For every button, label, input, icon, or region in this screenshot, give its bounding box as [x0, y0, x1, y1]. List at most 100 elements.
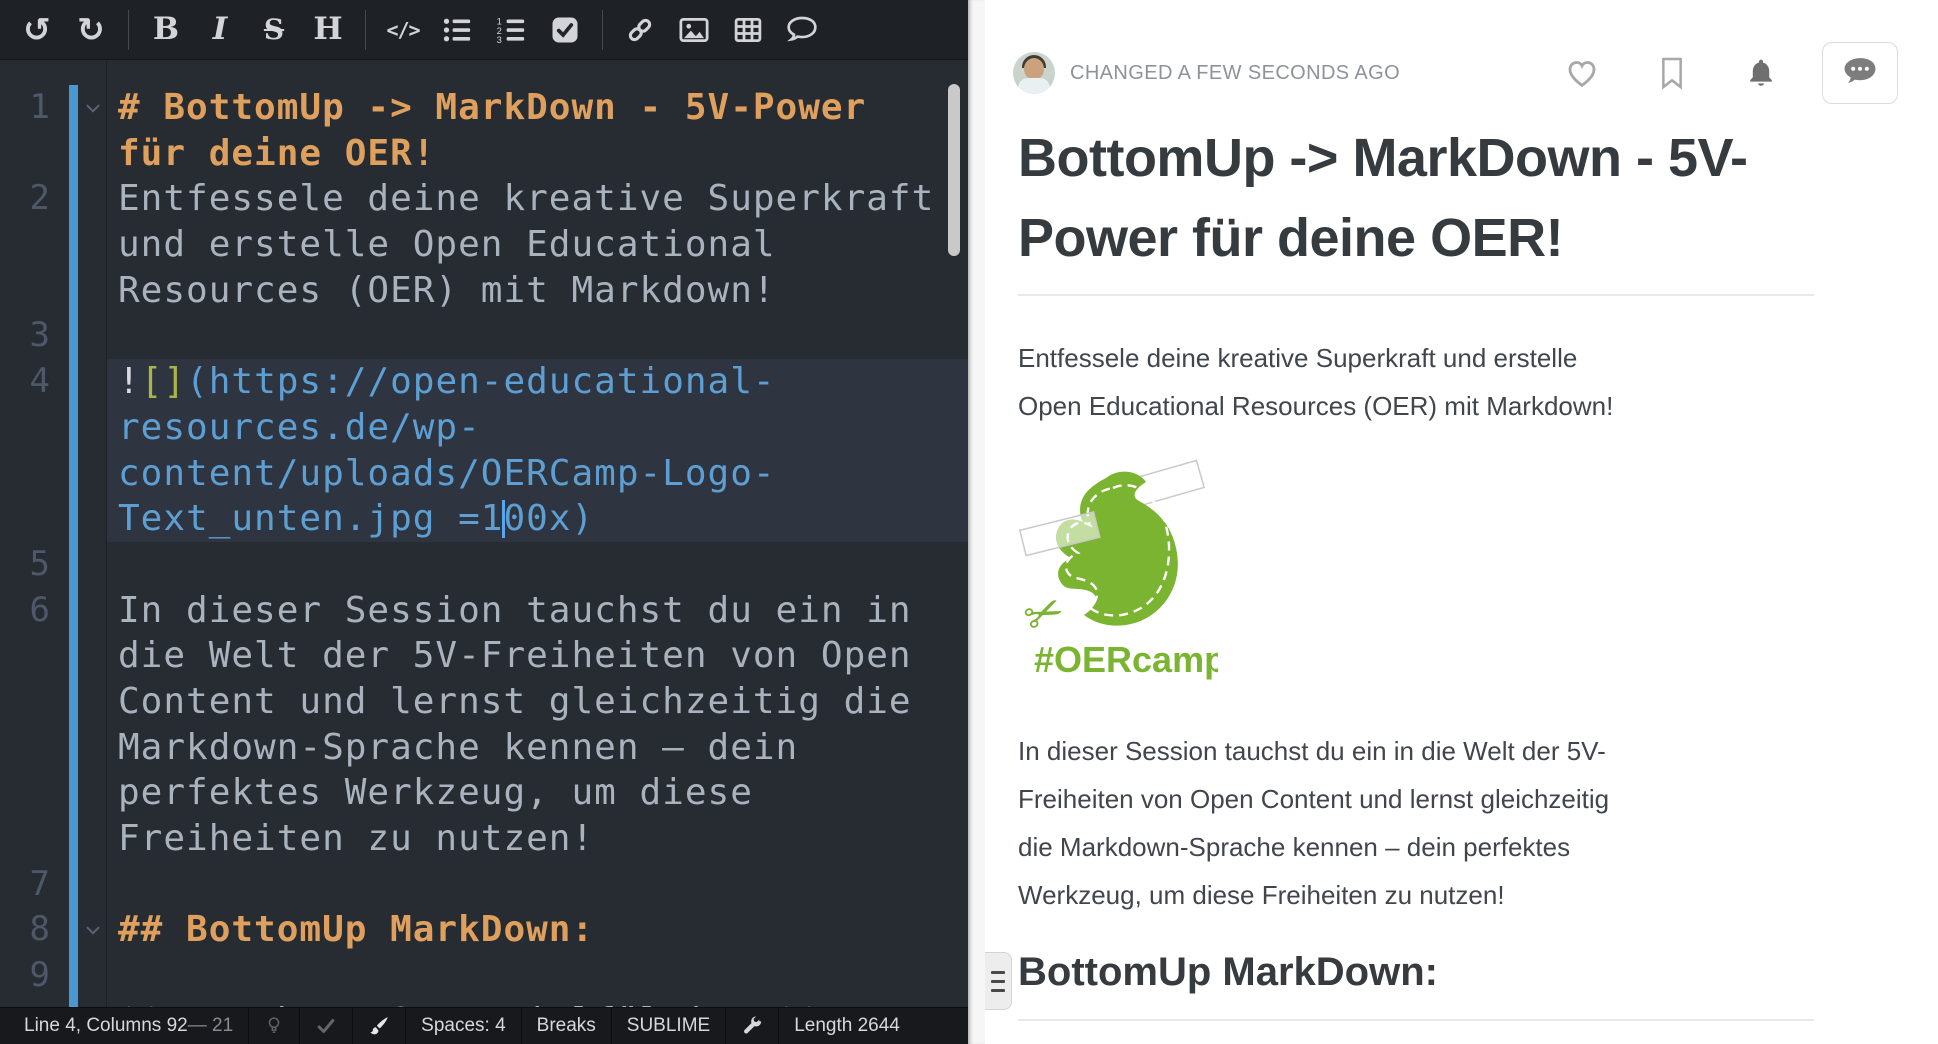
statusbar-segment[interactable]	[352, 1008, 405, 1044]
list-ol-icon: 123	[496, 15, 526, 45]
checkbox-button[interactable]	[538, 0, 592, 60]
comment-filled-icon	[1841, 55, 1879, 92]
undo-icon: ↺	[23, 13, 51, 46]
pane-divider[interactable]	[968, 0, 985, 1044]
preview-title: BottomUp -> MarkDown - 5V-Power für dein…	[1018, 118, 1814, 278]
svg-text:3: 3	[497, 35, 502, 45]
statusbar-segment[interactable]: SUBLIME	[611, 1008, 725, 1044]
toolbar-separator	[602, 10, 603, 50]
editor-line-row[interactable]: 6In dieser Session tauchst du ein in	[0, 588, 968, 634]
editor-line-row[interactable]: content/uploads/OERCamp-Logo-	[0, 451, 968, 497]
redo-button[interactable]: ↻	[64, 0, 118, 60]
editor-pane: ↺↻BISH</>123 1# BottomUp -> MarkDown - 5…	[0, 0, 968, 1044]
editor-line-row[interactable]: perfektes Werkzeug, um diese	[0, 770, 968, 816]
line-number: 4	[0, 359, 50, 405]
line-number: 8	[0, 907, 50, 953]
editor-line-row[interactable]: 10**Verwahren & Vervielfältigen**	[0, 999, 968, 1007]
checkbox-icon	[550, 15, 580, 45]
editor-line-row[interactable]: und erstelle Open Educational	[0, 222, 968, 268]
link-button[interactable]	[613, 0, 667, 60]
status-bar: Line 4, Columns 92 — 21 Spaces: 4BreaksSU…	[0, 1007, 968, 1044]
statusbar-segment[interactable]	[725, 1008, 778, 1044]
editor-scrollbar[interactable]	[948, 84, 960, 256]
paragraph-line: die Markdown-Sprache kennen – dein perfe…	[1018, 823, 1814, 871]
link-icon	[625, 15, 655, 45]
fold-chevron-icon[interactable]	[82, 919, 104, 945]
bold-icon: B	[153, 14, 179, 45]
line-number: 1	[0, 85, 50, 131]
title-divider	[1018, 294, 1814, 296]
paragraph-line: Werkzeug, um diese Freiheiten zu nutzen!	[1018, 871, 1814, 919]
editor-line-row[interactable]: Content und lernst gleichzeitig die	[0, 679, 968, 725]
editor-line-row[interactable]: 4![](https://open-educational-	[0, 359, 968, 405]
paragraph-line: In dieser Session tauchst du ein in die …	[1018, 727, 1814, 775]
wrench-icon	[741, 1015, 763, 1037]
lightbulb-icon	[264, 1014, 284, 1038]
statusbar-segment[interactable]	[248, 1008, 299, 1044]
code-editor[interactable]: 1# BottomUp -> MarkDown - 5V-Powerfür de…	[0, 61, 968, 1007]
statusbar-segment[interactable]: Spaces: 4	[405, 1008, 521, 1044]
preview-paragraph-1: Entfessele deine kreative Superkraft und…	[1018, 334, 1814, 430]
line-number: 9	[0, 953, 50, 999]
paragraph-line: Freiheiten von Open Content und lernst g…	[1018, 775, 1814, 823]
editor-line-row[interactable]: resources.de/wp-	[0, 405, 968, 451]
editor-line-row[interactable]: die Welt der 5V-Freiheiten von Open	[0, 633, 968, 679]
table-icon	[733, 15, 763, 45]
statusbar-segment: Line 4, Columns 92 — 21	[0, 1008, 248, 1044]
app-window: ↺↻BISH</>123 1# BottomUp -> MarkDown - 5…	[0, 0, 1938, 1044]
preview-heading-2: BottomUp MarkDown:	[1018, 947, 1814, 997]
image-icon	[678, 15, 710, 45]
statusbar-segment[interactable]	[299, 1008, 352, 1044]
italic-button[interactable]: I	[193, 0, 247, 60]
strikethrough-button[interactable]: S	[247, 0, 301, 60]
fold-chevron-icon[interactable]	[82, 97, 104, 123]
italic-icon: I	[213, 14, 228, 45]
editor-line-row[interactable]: Markdown-Sprache kennen – dein	[0, 725, 968, 771]
heading-icon: H	[313, 14, 342, 45]
toolbar-separator	[365, 10, 366, 50]
editor-line-row[interactable]: 8## BottomUp MarkDown:	[0, 907, 968, 953]
editor-line-row[interactable]: Text_unten.jpg =100x)	[0, 496, 968, 542]
heading2-divider	[1018, 1019, 1814, 1021]
line-number: 5	[0, 542, 50, 588]
table-button[interactable]	[721, 0, 775, 60]
oercamp-logo: ✂ #OERcamp	[1018, 456, 1814, 689]
editor-line-row[interactable]: 1# BottomUp -> MarkDown - 5V-Power	[0, 85, 968, 131]
comment-button[interactable]	[775, 0, 829, 60]
editor-line-row[interactable]: 9	[0, 953, 968, 999]
editor-line-row[interactable]: Freiheiten zu nutzen!	[0, 816, 968, 862]
image-button[interactable]	[667, 0, 721, 60]
toc-handle[interactable]	[985, 952, 1012, 1010]
list-ol-button[interactable]: 123	[484, 0, 538, 60]
strikethrough-icon: S	[264, 16, 284, 44]
rendered-document: BottomUp -> MarkDown - 5V-Power für dein…	[1018, 0, 1814, 1021]
check-icon	[315, 1015, 337, 1037]
comment-icon	[786, 15, 818, 45]
statusbar-segment: Length 2644	[778, 1008, 915, 1044]
line-number: 7	[0, 862, 50, 908]
editor-line-row[interactable]: Resources (OER) mit Markdown!	[0, 268, 968, 314]
statusbar-segment[interactable]: Breaks	[521, 1008, 611, 1044]
code-button[interactable]: </>	[376, 0, 430, 60]
paragraph-line: Open Educational Resources (OER) mit Mar…	[1018, 382, 1814, 430]
logo-caption-text: #OERcamp	[1034, 639, 1218, 680]
editor-line-row[interactable]: 5	[0, 542, 968, 588]
list-ul-button[interactable]	[430, 0, 484, 60]
paragraph-line: Entfessele deine kreative Superkraft und…	[1018, 334, 1814, 382]
editor-line-row[interactable]: 7	[0, 862, 968, 908]
line-number: 6	[0, 588, 50, 634]
heading-button[interactable]: H	[301, 0, 355, 60]
editor-toolbar: ↺ ↻ B I S H </> 123	[0, 0, 968, 60]
comments-button[interactable]	[1822, 42, 1898, 104]
editor-line-row[interactable]: für deine OER!	[0, 131, 968, 177]
code-icon: </>	[386, 18, 419, 42]
line-number: 10	[0, 999, 50, 1007]
line-number: 3	[0, 313, 50, 359]
editor-line-row[interactable]: 2Entfessele deine kreative Superkraft	[0, 176, 968, 222]
line-number: 2	[0, 176, 50, 222]
bold-button[interactable]: B	[139, 0, 193, 60]
toolbar-separator	[128, 10, 129, 50]
undo-button[interactable]: ↺	[10, 0, 64, 60]
brush-icon	[368, 1015, 390, 1037]
editor-line-row[interactable]: 3	[0, 313, 968, 359]
